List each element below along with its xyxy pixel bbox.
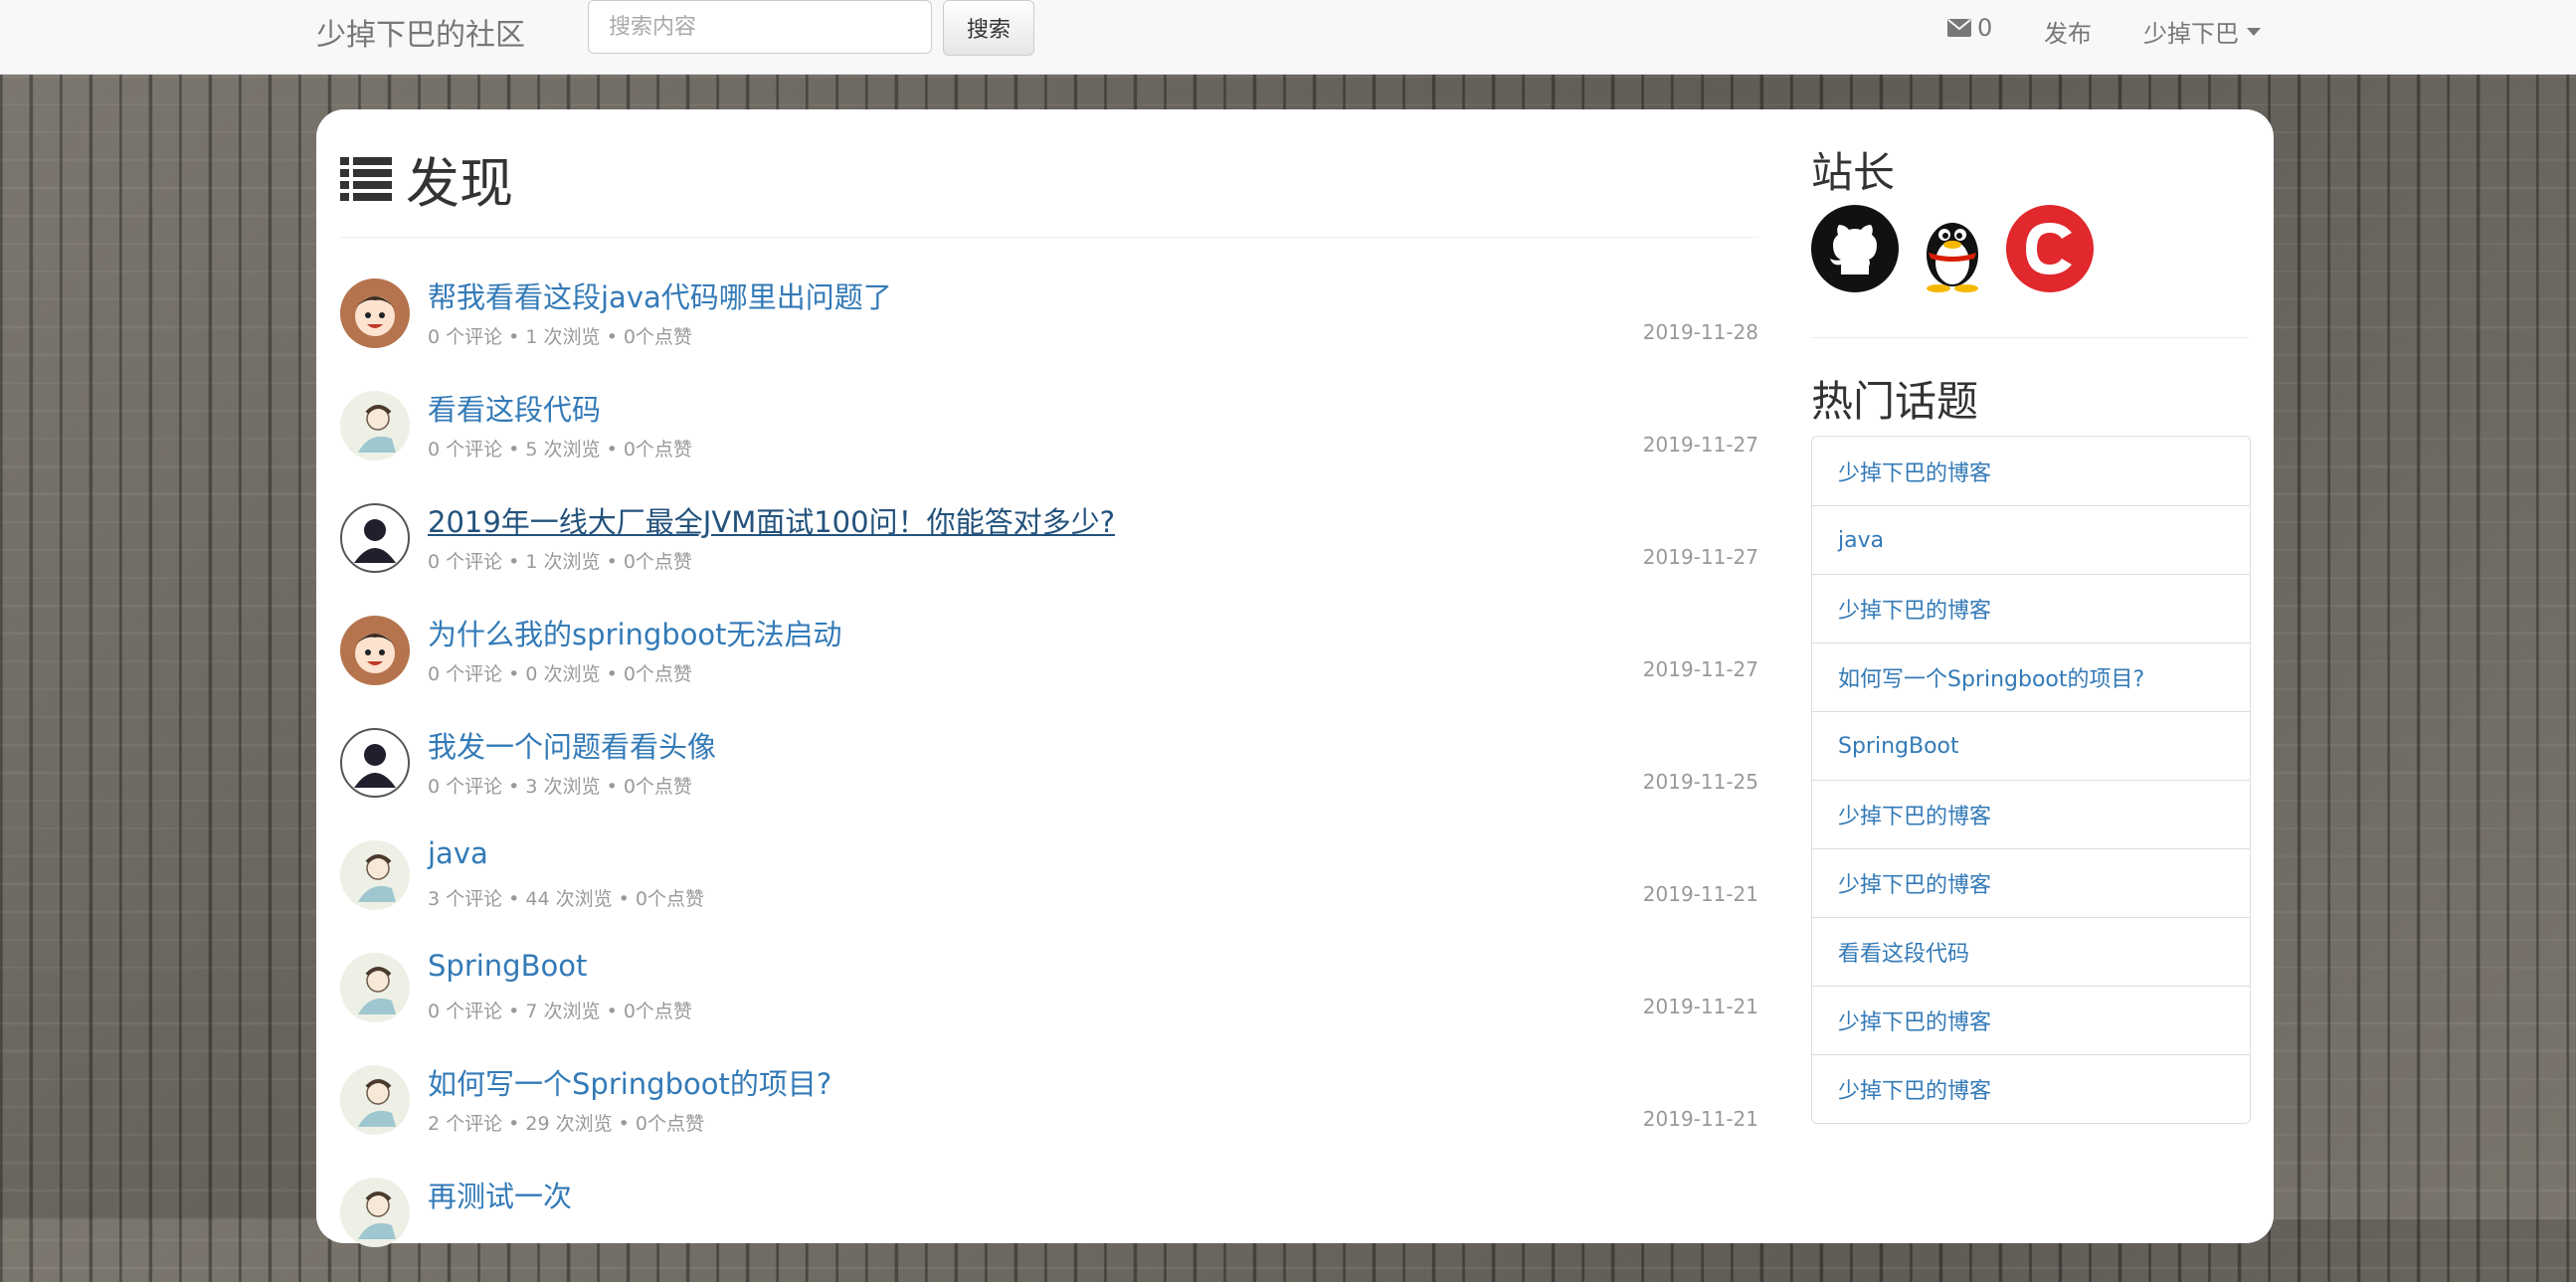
avatar[interactable] [340, 1065, 410, 1135]
question-item: 我发一个问题看看头像 0 个评论 • 3 次浏览 • 0个点赞 2019-11-… [340, 720, 1758, 832]
hot-topic-item[interactable]: 少掉下巴的博客 [1812, 848, 2250, 917]
avatar[interactable] [340, 1178, 410, 1247]
hot-topic-item[interactable]: 少掉下巴的博客 [1812, 780, 2250, 848]
question-title[interactable]: 看看这段代码 [428, 387, 601, 429]
question-item: 如何写一个Springboot的项目? 2 个评论 • 29 次浏览 • 0个点… [340, 1057, 1758, 1170]
default-user-avatar-icon [340, 728, 410, 798]
question-title[interactable]: 2019年一线大厂最全JVM面试100问！你能答对多少? [428, 499, 1115, 541]
question-title[interactable]: 我发一个问题看看头像 [428, 724, 716, 766]
hot-topics-heading: 热门话题 [1811, 377, 1979, 426]
search-input[interactable] [588, 0, 932, 54]
avatar[interactable] [340, 503, 410, 573]
question-item: java 3 个评论 • 44 次浏览 • 0个点赞 2019-11-21 [340, 832, 1758, 945]
owner-heading: 站长 [1811, 148, 1896, 197]
site-brand[interactable]: 少掉下巴的社区 [316, 10, 525, 54]
sketch-person-avatar-icon [340, 1178, 410, 1247]
question-date: 2019-11-21 [1642, 882, 1758, 906]
social-links [1811, 205, 2094, 292]
cartoon-boy-avatar-icon [340, 616, 410, 685]
question-meta: 0 个评论 • 5 次浏览 • 0个点赞 [428, 439, 692, 460]
avatar[interactable] [340, 616, 410, 685]
cartoon-boy-avatar-icon [340, 278, 410, 348]
messages-link[interactable]: 0 [1947, 14, 1992, 42]
hot-topic-item[interactable]: 少掉下巴的博客 [1812, 1054, 2250, 1123]
question-item: 帮我看看这段java代码哪里出问题了 0 个评论 • 1 次浏览 • 0个点赞 … [340, 271, 1758, 383]
question-date: 2019-11-27 [1642, 545, 1758, 569]
question-title[interactable]: 如何写一个Springboot的项目? [428, 1061, 831, 1103]
avatar[interactable] [340, 728, 410, 798]
hot-topic-item[interactable]: java [1812, 505, 2250, 574]
sketch-person-avatar-icon [340, 953, 410, 1022]
avatar[interactable] [340, 391, 410, 460]
question-item: 为什么我的springboot无法启动 0 个评论 • 0 次浏览 • 0个点赞… [340, 608, 1758, 720]
question-item: 再测试一次 [340, 1170, 1758, 1282]
question-title[interactable]: 再测试一次 [428, 1174, 572, 1215]
question-title[interactable]: SpringBoot [428, 949, 587, 983]
title-divider [340, 237, 1758, 238]
question-meta: 0 个评论 • 7 次浏览 • 0个点赞 [428, 1001, 692, 1022]
list-icon [340, 156, 392, 201]
avatar[interactable] [340, 840, 410, 910]
question-meta: 0 个评论 • 1 次浏览 • 0个点赞 [428, 551, 692, 573]
top-navbar: 少掉下巴的社区 搜索 0 发布 少掉下巴 [0, 0, 2576, 75]
user-dropdown[interactable]: 少掉下巴 [2143, 14, 2261, 49]
question-list: 帮我看看这段java代码哪里出问题了 0 个评论 • 1 次浏览 • 0个点赞 … [340, 271, 1758, 1282]
hot-topic-item[interactable]: 看看这段代码 [1812, 917, 2250, 986]
question-title[interactable]: java [428, 836, 488, 870]
hot-topic-item[interactable]: 少掉下巴的博客 [1812, 574, 2250, 642]
question-date: 2019-11-25 [1642, 770, 1758, 794]
question-title[interactable]: 为什么我的springboot无法启动 [428, 612, 842, 653]
envelope-icon [1947, 19, 1971, 37]
hot-topic-item[interactable]: 少掉下巴的博客 [1812, 986, 2250, 1054]
question-meta: 0 个评论 • 0 次浏览 • 0个点赞 [428, 663, 692, 685]
hot-topics-list: 少掉下巴的博客 java 少掉下巴的博客 如何写一个Springboot的项目?… [1811, 436, 2251, 1124]
page-title-text: 发现 [406, 152, 513, 215]
question-meta: 0 个评论 • 3 次浏览 • 0个点赞 [428, 776, 692, 798]
hot-topic-item[interactable]: SpringBoot [1812, 711, 2250, 780]
sidebar-divider [1811, 337, 2249, 338]
qq-penguin-icon[interactable] [1915, 205, 1990, 292]
hot-topic-item[interactable]: 少掉下巴的博客 [1812, 437, 2250, 505]
sketch-person-avatar-icon [340, 840, 410, 910]
question-date: 2019-11-27 [1642, 433, 1758, 457]
sketch-person-avatar-icon [340, 1065, 410, 1135]
question-title[interactable]: 帮我看看这段java代码哪里出问题了 [428, 275, 892, 316]
hot-topic-item[interactable]: 如何写一个Springboot的项目? [1812, 642, 2250, 711]
question-meta: 3 个评论 • 44 次浏览 • 0个点赞 [428, 888, 705, 910]
question-date: 2019-11-27 [1642, 657, 1758, 681]
user-name: 少掉下巴 [2143, 20, 2239, 48]
search-button[interactable]: 搜索 [943, 0, 1034, 56]
avatar[interactable] [340, 278, 410, 348]
question-meta: 2 个评论 • 29 次浏览 • 0个点赞 [428, 1113, 705, 1135]
avatar[interactable] [340, 953, 410, 1022]
question-item: 看看这段代码 0 个评论 • 5 次浏览 • 0个点赞 2019-11-27 [340, 383, 1758, 495]
csdn-icon[interactable] [2006, 205, 2094, 292]
question-item: 2019年一线大厂最全JVM面试100问！你能答对多少? 0 个评论 • 1 次… [340, 495, 1758, 608]
question-item: SpringBoot 0 个评论 • 7 次浏览 • 0个点赞 2019-11-… [340, 945, 1758, 1057]
question-date: 2019-11-21 [1642, 995, 1758, 1018]
page-title: 发现 [340, 139, 513, 218]
default-user-avatar-icon [340, 503, 410, 573]
publish-link[interactable]: 发布 [2044, 14, 2092, 49]
caret-down-icon [2247, 27, 2261, 36]
question-date: 2019-11-21 [1642, 1107, 1758, 1131]
sketch-person-avatar-icon [340, 391, 410, 460]
github-icon[interactable] [1811, 205, 1899, 292]
question-date: 2019-11-28 [1642, 320, 1758, 344]
message-count: 0 [1977, 14, 1993, 42]
question-meta: 0 个评论 • 1 次浏览 • 0个点赞 [428, 326, 692, 348]
